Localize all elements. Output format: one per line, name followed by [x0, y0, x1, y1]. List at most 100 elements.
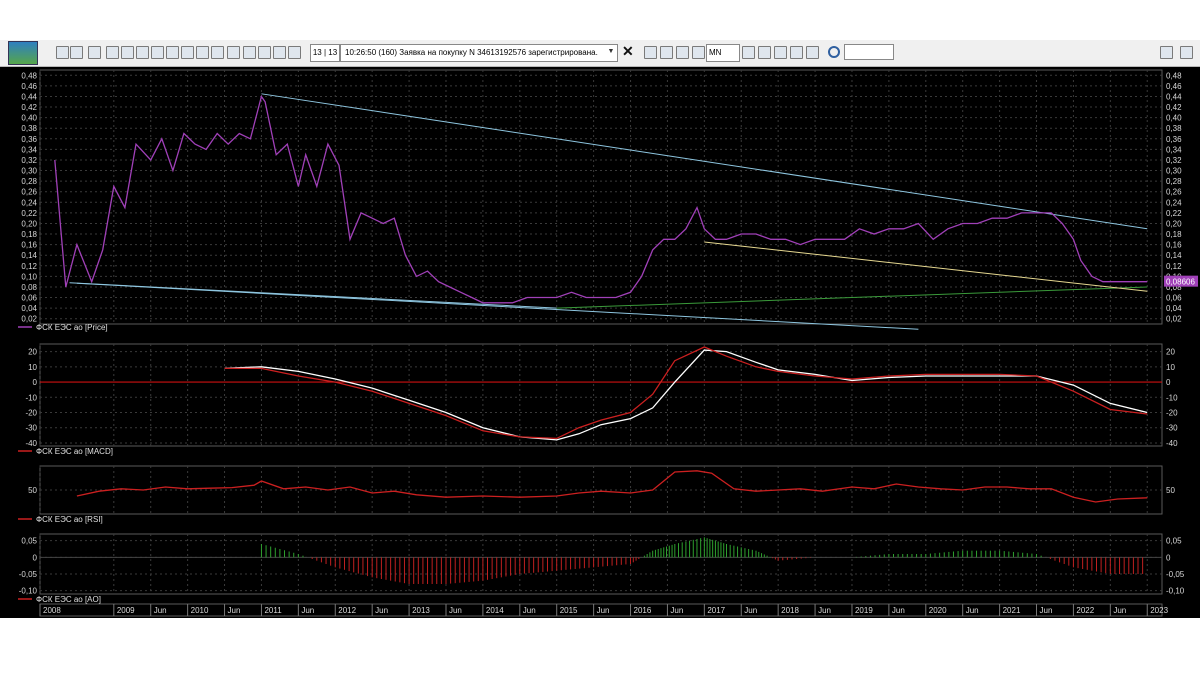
y-tick-label-right: 0,48 [1166, 71, 1182, 80]
alert-icon[interactable] [211, 46, 224, 59]
time-tick-label: 2016 [634, 606, 652, 615]
legend-label: ФСК ЕЭС ао [Price] [36, 323, 108, 332]
time-tick-label: 2020 [929, 606, 947, 615]
table-icon[interactable] [121, 46, 134, 59]
y-tick-label-left: 0,10 [21, 272, 37, 281]
y-tick-label-left: 0 [33, 553, 38, 562]
menu-icon[interactable] [1180, 46, 1193, 59]
series-line-1 [76, 470, 1148, 503]
time-tick-label: 2017 [707, 606, 725, 615]
y-tick-label-right: 0,34 [1166, 145, 1182, 154]
next-page-icon[interactable] [676, 46, 689, 59]
y-tick-label-left: 0 [33, 378, 38, 387]
y-tick-label-left: 0,22 [21, 209, 37, 218]
y-tick-label-left: 0,08 [21, 283, 37, 292]
y-tick-label-right: 0,28 [1166, 177, 1182, 186]
y-tick-label-left: 0,24 [21, 198, 37, 207]
y-tick-label-right: 0,44 [1166, 92, 1182, 101]
time-tick-label: 2021 [1003, 606, 1021, 615]
first-page-icon[interactable] [644, 46, 657, 59]
y-tick-label-left: 0,48 [21, 71, 37, 80]
y-tick-label-right: 0,16 [1166, 241, 1182, 250]
time-tick-label: 2015 [560, 606, 578, 615]
target-icon[interactable] [774, 46, 787, 59]
trend-line [261, 93, 1148, 230]
chart-icon[interactable] [288, 46, 301, 59]
panel-3: 50 50 ФСК ЕЭС ао [RSI] [18, 465, 1175, 524]
y-tick-label-left: -0,10 [19, 587, 38, 596]
y-tick-label-right: 0,36 [1166, 135, 1182, 144]
prev-page-icon[interactable] [660, 46, 673, 59]
time-tick-label: 2012 [338, 606, 356, 615]
close-icon[interactable]: ✕ [622, 43, 634, 60]
y-tick-label-right: -10 [1166, 393, 1178, 402]
y-tick-label-right: -20 [1166, 409, 1178, 418]
y-tick-label-right: 0,04 [1166, 304, 1182, 313]
y-tick-label-right: 0 [1166, 378, 1171, 387]
arrow-icon[interactable] [56, 46, 69, 59]
refresh-icon[interactable] [88, 46, 101, 59]
order-status-dropdown[interactable]: 10:26:50 (160) Заявка на покупку N 34613… [340, 44, 618, 62]
time-tick-label: Jun [154, 606, 167, 615]
series-line-2 [224, 346, 1148, 440]
time-tick-label: Jun [818, 606, 831, 615]
time-tick-label: Jun [1040, 606, 1053, 615]
time-tick-label: 2023 [1150, 606, 1168, 615]
orders-icon[interactable] [196, 46, 209, 59]
circle-icon[interactable] [790, 46, 803, 59]
time-tick-label: Jun [597, 606, 610, 615]
pen-icon[interactable] [806, 46, 819, 59]
last-value-label: 0,08606 [1166, 278, 1195, 287]
y-tick-label-right: 0,05 [1166, 537, 1182, 546]
text-tool-icon[interactable] [227, 46, 240, 59]
series-line-1 [224, 349, 1148, 441]
portfolio-icon[interactable] [181, 46, 194, 59]
search-icon[interactable] [828, 46, 840, 58]
y-tick-label-left: 0,44 [21, 92, 37, 101]
interval-select[interactable]: MN [706, 44, 740, 62]
search-input[interactable] [844, 44, 894, 60]
time-tick-label: Jun [966, 606, 979, 615]
window-icon[interactable] [106, 46, 119, 59]
y-tick-label-right: 0,18 [1166, 230, 1182, 239]
y-tick-label-right: 0,32 [1166, 156, 1182, 165]
y-tick-label-left: 0,30 [21, 167, 37, 176]
time-tick-label: Jun [301, 606, 314, 615]
quotes-icon[interactable] [273, 46, 286, 59]
chart-thumbnail-icon[interactable] [8, 41, 38, 65]
y-tick-label-left: 0,46 [21, 82, 37, 91]
charts-area: 0,48 0,480,46 0,460,44 0,440,42 0,420,40 0,40… [18, 69, 1198, 617]
y-tick-label-left: 0,12 [21, 262, 37, 271]
y-tick-label-left: 0,36 [21, 135, 37, 144]
y-tick-label-right: 0,46 [1166, 82, 1182, 91]
zoom-icon[interactable] [166, 46, 179, 59]
scales-icon[interactable] [70, 46, 83, 59]
settings-icon[interactable] [243, 46, 256, 59]
y-tick-label-left: 0,40 [21, 114, 37, 123]
panel-4: 0,05 0,050 0-0,05 -0,05-0,10 -0,10ФСК ЕЭС ао… [18, 533, 1185, 604]
time-tick-label: Jun [892, 606, 905, 615]
message-counter[interactable]: 13 | 13 [310, 44, 340, 62]
y-tick-label-right: -30 [1166, 424, 1178, 433]
crosshair-icon[interactable] [742, 46, 755, 59]
y-tick-label-left: 0,38 [21, 124, 37, 133]
time-tick-label: 2008 [43, 606, 61, 615]
time-tick-label: 2011 [264, 606, 282, 615]
list-icon[interactable] [136, 46, 149, 59]
y-tick-label-left: 0,42 [21, 103, 37, 112]
bar-chart-icon[interactable] [692, 46, 705, 59]
y-tick-label-left: 0,34 [21, 145, 37, 154]
y-tick-label-left: 0,26 [21, 188, 37, 197]
y-tick-label-right: -40 [1166, 439, 1178, 448]
legend-label: ФСК ЕЭС ао [AO] [36, 595, 101, 604]
chat-icon[interactable] [1160, 46, 1173, 59]
news-icon[interactable] [258, 46, 271, 59]
y-tick-label-left: 0,28 [21, 177, 37, 186]
toolbar: 13 | 13 10:26:50 (160) Заявка на покупку… [0, 40, 1200, 67]
y-tick-label-right: 0,40 [1166, 114, 1182, 123]
grid-icon[interactable] [151, 46, 164, 59]
move-icon[interactable] [758, 46, 771, 59]
chevron-down-icon[interactable]: ▼ [605, 44, 617, 60]
y-tick-label-right: 50 [1166, 486, 1175, 495]
time-tick-label: 2014 [486, 606, 504, 615]
